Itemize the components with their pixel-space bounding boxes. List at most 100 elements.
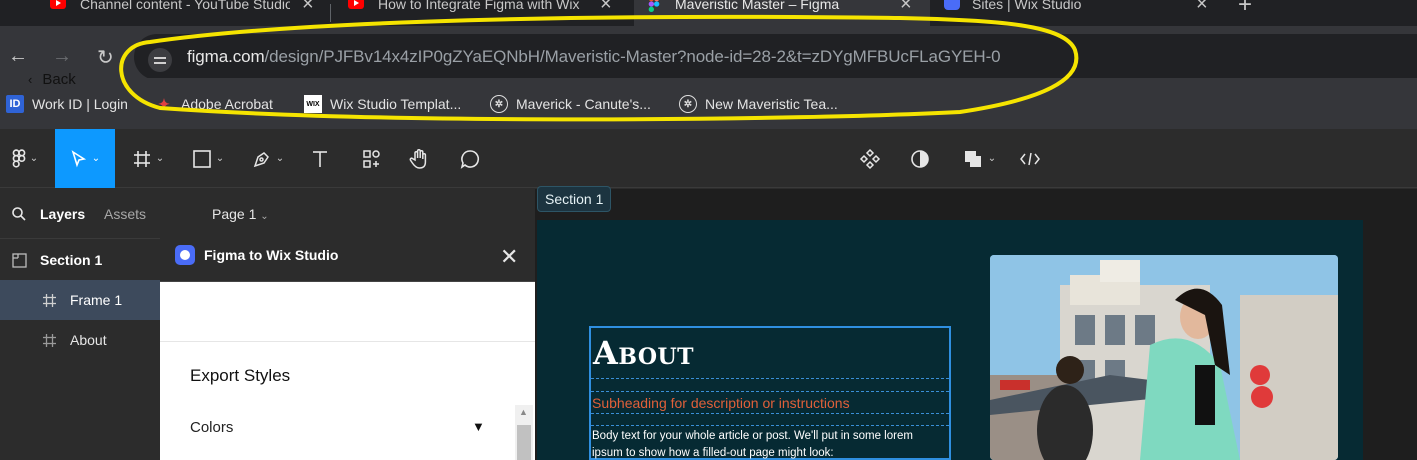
subheading-text[interactable]: Subheading for description or instructio… [592, 395, 850, 411]
bookmark-label: New Maveristic Tea... [705, 96, 838, 112]
hero-photo[interactable] [990, 255, 1338, 460]
cursor-arrow-icon [71, 149, 86, 167]
move-tool-button[interactable]: ⌄ [55, 129, 115, 188]
tab-separator [330, 4, 331, 22]
search-icon[interactable] [11, 206, 27, 222]
back-label: Back [42, 71, 76, 88]
text-t-icon [313, 150, 327, 167]
hand-tool-button[interactable] [402, 129, 438, 188]
bookmark-new-maveristic[interactable]: ✲ New Maveristic Tea... [679, 94, 838, 114]
street-photo-illustration [990, 255, 1338, 460]
layer-name: About [70, 332, 107, 348]
colors-accordion-label[interactable]: Colors [190, 419, 233, 436]
close-tab-icon[interactable]: × [600, 0, 612, 16]
tab-layers[interactable]: Layers [40, 206, 85, 222]
wix-studio-plugin-icon [175, 245, 195, 265]
chevron-down-icon: ⌄ [260, 211, 269, 222]
id-icon: ID [6, 95, 24, 113]
openai-icon: ✲ [490, 95, 508, 113]
back-arrow-icon[interactable]: ← [8, 45, 28, 68]
bookmark-work-id[interactable]: ID Work ID | Login [6, 94, 128, 114]
bookmark-wix-templates[interactable]: WIX Wix Studio Templat... [304, 94, 461, 114]
code-brackets-icon [1020, 152, 1040, 165]
tab-title: How to Integrate Figma with Wix [378, 0, 580, 12]
export-styles-heading: Export Styles [190, 366, 291, 385]
text-divider [591, 413, 949, 414]
tab-figma-wix-video[interactable]: How to Integrate Figma with Wix × [332, 0, 632, 26]
back-button[interactable]: ‹ Back [28, 71, 76, 88]
openai-icon: ✲ [679, 95, 697, 113]
bookmark-label: Adobe Acrobat [181, 96, 273, 112]
tab-figma-file[interactable]: Maveristic Master – Figma × [634, 0, 930, 26]
frame-icon [43, 294, 56, 307]
url-path: /design/PJFBv14x4zIP0gZYaEQNbH/Maveristi… [264, 47, 1001, 66]
browser-tab-strip: Channel content - YouTube Studio × How t… [0, 0, 1417, 26]
acrobat-icon: ✦ [158, 95, 170, 112]
new-tab-button[interactable]: + [1238, 0, 1252, 19]
comment-tool-button[interactable] [452, 129, 488, 188]
section-label-tag[interactable]: Section 1 [537, 186, 612, 212]
chevron-down-icon: ⌄ [91, 153, 101, 164]
bookmark-label: Maverick - Canute's... [516, 96, 651, 112]
bookmark-maverick-canute[interactable]: ✲ Maverick - Canute's... [490, 94, 651, 114]
close-icon[interactable]: ✕ [500, 244, 518, 270]
layer-name: Section 1 [40, 252, 103, 268]
layer-name: Frame 1 [70, 292, 123, 308]
hand-icon [409, 148, 427, 169]
text-divider [591, 425, 949, 426]
chevron-down-icon: ⌄ [155, 153, 165, 164]
comment-bubble-icon [460, 149, 480, 169]
plugin-header: Figma to Wix Studio ✕ [160, 230, 535, 282]
resources-tool-button[interactable] [354, 129, 390, 188]
tab-title: Maveristic Master – Figma [675, 0, 840, 12]
pen-icon [253, 151, 269, 167]
about-heading[interactable]: About [593, 334, 694, 372]
layer-row[interactable]: About [0, 320, 160, 360]
text-tool-button[interactable] [302, 129, 338, 188]
pen-tool-button[interactable]: ⌄ [242, 129, 294, 188]
scrollbar-thumb[interactable] [517, 425, 531, 460]
rectangle-icon [192, 149, 211, 168]
page-selector[interactable]: Page 1 ⌄ [212, 206, 269, 222]
resources-icon [363, 149, 380, 168]
caret-down-icon[interactable]: ▼ [472, 419, 485, 434]
youtube-icon [50, 0, 66, 9]
layer-row[interactable]: Section 1 [0, 240, 160, 280]
body-text[interactable]: Body text for your whole article or post… [592, 428, 942, 460]
frame-tool-button[interactable]: ⌄ [122, 129, 174, 188]
url-text[interactable]: figma.com/design/PJFBv14x4zIP0gZYaEQNbH/… [187, 47, 1001, 67]
boolean-ops-button[interactable]: ⌄ [954, 129, 1004, 188]
dev-mode-button[interactable] [1012, 129, 1048, 188]
forward-arrow-icon[interactable]: → [52, 45, 72, 68]
youtube-icon [348, 0, 364, 9]
tab-wix-studio-sites[interactable]: Sites | Wix Studio × [930, 0, 1230, 26]
close-tab-icon[interactable]: × [302, 0, 314, 16]
section-icon [12, 253, 27, 268]
text-divider [591, 378, 949, 379]
reload-icon[interactable]: ↻ [97, 45, 114, 70]
url-host: figma.com [187, 47, 265, 66]
tab-youtube-studio[interactable]: Channel content - YouTube Studio × [30, 0, 330, 26]
page-selector-label: Page 1 [212, 206, 257, 222]
close-tab-icon[interactable]: × [900, 0, 912, 16]
mask-button[interactable] [902, 129, 938, 188]
tab-assets[interactable]: Assets [104, 206, 146, 222]
layer-row[interactable]: Frame 1 [0, 280, 160, 320]
figma-main-menu-button[interactable]: ⌄ [0, 129, 50, 188]
close-tab-icon[interactable]: × [1196, 0, 1208, 16]
wix-icon: WIX [304, 95, 322, 113]
site-info-icon[interactable] [148, 48, 172, 72]
bookmark-label: Wix Studio Templat... [330, 96, 462, 112]
shape-tool-button[interactable]: ⌄ [182, 129, 234, 188]
back-row [160, 282, 535, 342]
frame-hash-icon [133, 150, 150, 167]
contrast-half-circle-icon [911, 149, 929, 168]
scroll-up-icon[interactable]: ▲ [519, 407, 528, 417]
bookmark-adobe-acrobat[interactable]: ✦ Adobe Acrobat [155, 94, 273, 114]
frame-icon [43, 334, 56, 347]
wix-studio-icon [944, 0, 960, 10]
component-diamond-icon [859, 148, 881, 169]
chevron-down-icon: ⌄ [215, 153, 225, 164]
chevron-left-icon: ‹ [28, 72, 33, 87]
component-button[interactable] [852, 129, 888, 188]
